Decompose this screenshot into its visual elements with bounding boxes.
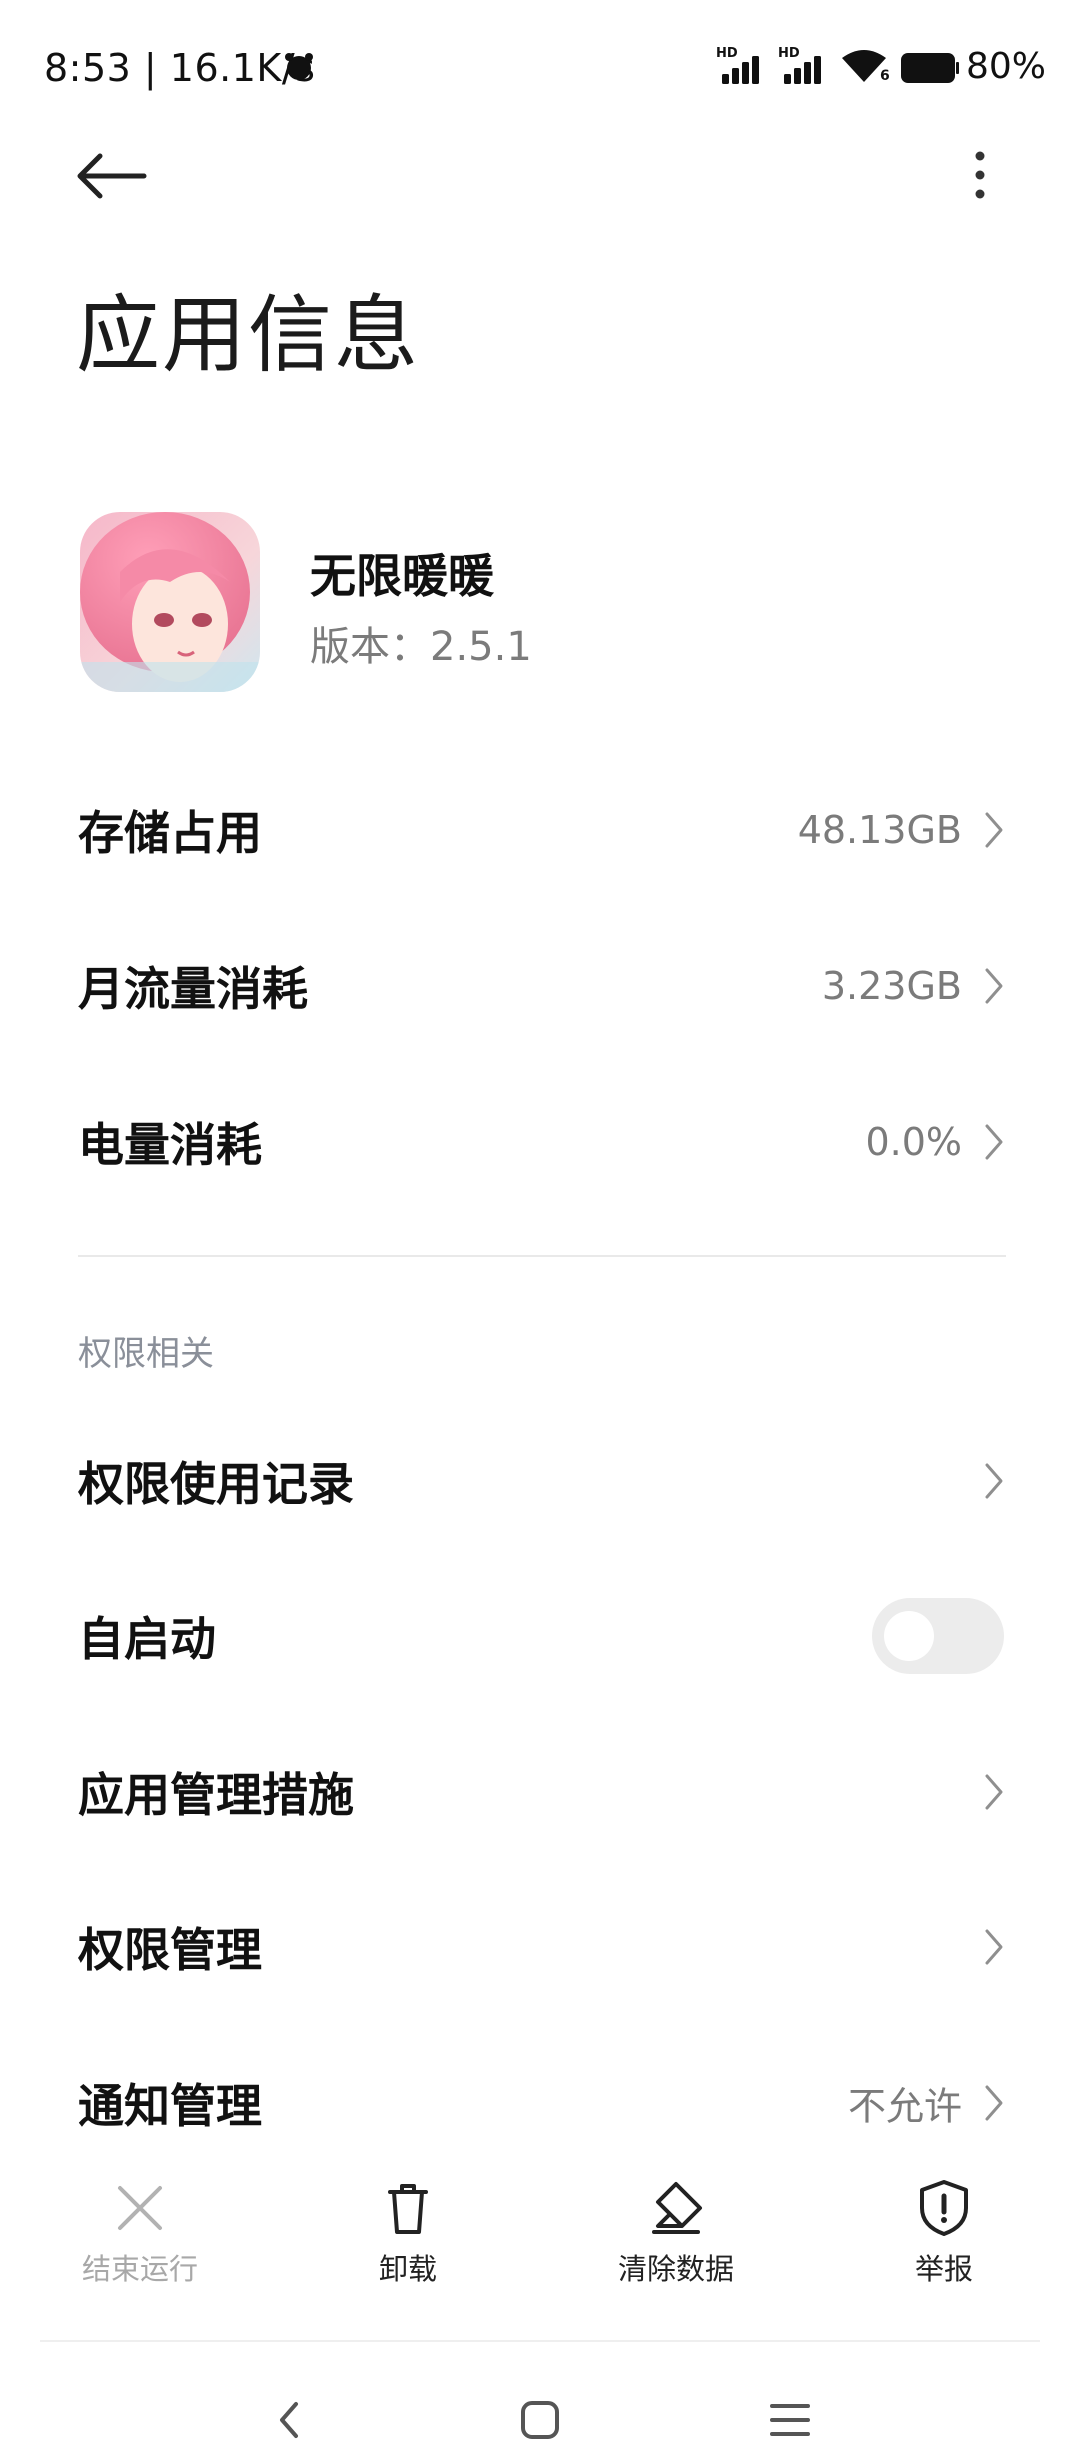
app-name: 无限暖暖 <box>310 549 494 603</box>
row-label: 应用管理措施 <box>78 1768 354 1822</box>
row-storage[interactable]: 存储占用 48.13GB <box>0 755 1080 905</box>
battery-icon <box>901 53 959 83</box>
section-divider <box>78 1255 1006 1257</box>
wifi-badge: 6 <box>880 68 890 84</box>
chevron-right-icon <box>985 1124 1003 1160</box>
status-time: 8:53 | 16.1K/s <box>44 46 316 90</box>
app-version: 版本：2.5.1 <box>310 624 532 670</box>
action-label: 举报 <box>914 2252 973 2286</box>
shield-alert-icon <box>920 2180 968 2236</box>
trash-icon <box>388 2184 428 2234</box>
row-permission-history[interactable]: 权限使用记录 <box>0 1406 1080 1556</box>
section-title: 权限相关 <box>78 1334 214 1374</box>
row-label: 电量消耗 <box>78 1118 262 1172</box>
row-autostart: 自启动 <box>0 1561 1080 1711</box>
row-label: 权限使用记录 <box>78 1457 354 1511</box>
row-label: 月流量消耗 <box>78 962 308 1016</box>
row-label: 权限管理 <box>78 1923 262 1977</box>
autostart-toggle[interactable] <box>872 1598 1004 1674</box>
force-stop-button[interactable]: 结束运行 <box>30 2178 250 2298</box>
alarm-icon <box>285 53 313 80</box>
row-label: 存储占用 <box>78 806 262 860</box>
status-bar: 8:53 | 16.1K/s HD HD 6 80% <box>0 0 1080 140</box>
report-button[interactable]: 举报 <box>834 2178 1054 2298</box>
toggle-knob <box>884 1611 934 1661</box>
chevron-right-icon <box>985 2085 1003 2121</box>
home-nav-icon[interactable] <box>500 2380 580 2460</box>
action-label: 清除数据 <box>617 2252 734 2286</box>
wifi-icon: 6 <box>840 48 892 88</box>
row-permission-management[interactable]: 权限管理 <box>0 1872 1080 2022</box>
chevron-right-icon <box>985 1774 1003 1810</box>
row-notification-management[interactable]: 通知管理 不允许 <box>0 2028 1080 2178</box>
app-icon <box>80 512 260 692</box>
row-app-management[interactable]: 应用管理措施 <box>0 1717 1080 1867</box>
nav-divider <box>40 2340 1040 2342</box>
row-value: 48.13GB <box>797 808 962 852</box>
back-nav-icon[interactable] <box>250 2380 330 2460</box>
page-title: 应用信息 <box>76 286 421 384</box>
menu-nav-icon[interactable] <box>750 2380 830 2460</box>
row-data-usage[interactable]: 月流量消耗 3.23GB <box>0 911 1080 1061</box>
chevron-right-icon <box>985 1929 1003 1965</box>
row-value: 3.23GB <box>821 964 962 1008</box>
chevron-right-icon <box>985 812 1003 848</box>
row-label: 通知管理 <box>78 2079 262 2133</box>
row-label: 自启动 <box>78 1612 216 1666</box>
more-options-icon[interactable] <box>960 140 1000 210</box>
eraser-icon <box>652 2182 702 2234</box>
clear-data-button[interactable]: 清除数据 <box>566 2178 786 2298</box>
chevron-right-icon <box>985 968 1003 1004</box>
chevron-right-icon <box>985 1463 1003 1499</box>
uninstall-button[interactable]: 卸载 <box>298 2178 518 2298</box>
row-battery-usage[interactable]: 电量消耗 0.0% <box>0 1067 1080 1217</box>
battery-percent: 80% <box>966 46 1047 87</box>
action-label: 结束运行 <box>81 2252 198 2286</box>
back-button[interactable] <box>70 146 150 206</box>
action-label: 卸载 <box>378 2252 437 2286</box>
row-value: 0.0% <box>865 1120 962 1164</box>
row-value: 不允许 <box>847 2084 962 2129</box>
close-icon <box>118 2186 162 2230</box>
